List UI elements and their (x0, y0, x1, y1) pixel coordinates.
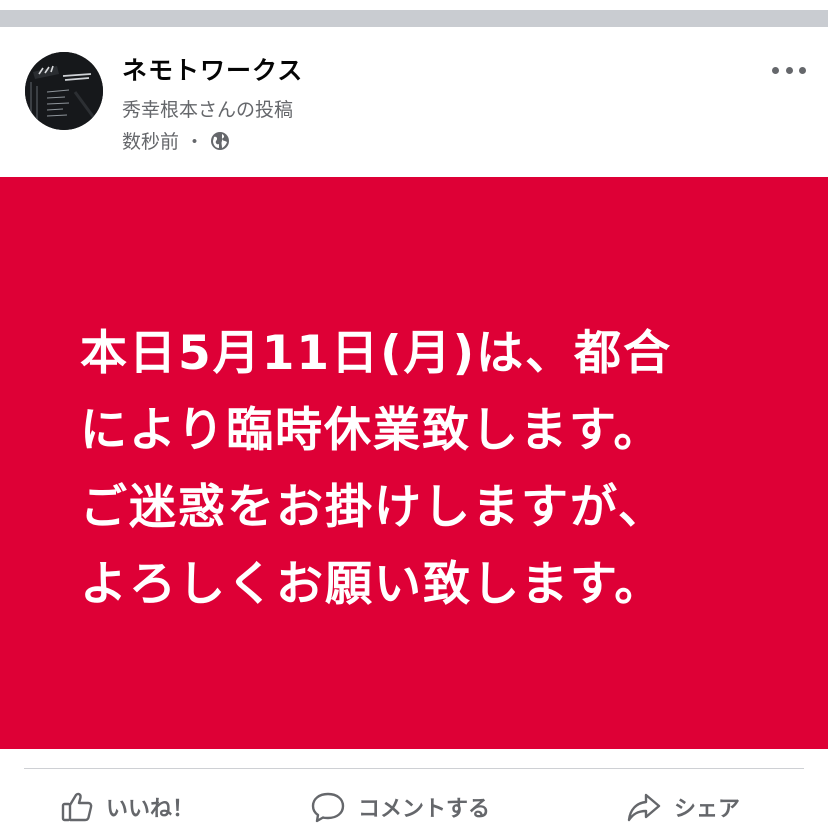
more-dot (799, 66, 806, 74)
post-time[interactable]: 数秒前 (122, 127, 179, 154)
post-meta: 数秒前 ・ (122, 127, 230, 154)
banner-line: よろしくお願い致します。 (80, 557, 664, 612)
comment-bubble-icon (311, 792, 345, 823)
meta-separator: ・ (185, 131, 205, 153)
share-label: シェア (674, 797, 741, 822)
banner-line: により臨時休業致します。 (80, 403, 663, 458)
banner-line: ご迷惑をお掛けしますが、 (80, 480, 668, 535)
avatar-image (25, 52, 103, 130)
globe-icon[interactable] (210, 131, 230, 151)
more-dot (772, 66, 779, 74)
comment-label: コメントする (358, 797, 491, 822)
posted-by-text: 秀幸根本さんの投稿 (122, 99, 294, 121)
comment-button[interactable]: コメントする (310, 790, 490, 824)
more-dot (785, 66, 793, 74)
post-header: ネモトワークス 秀幸根本さんの投稿 数秒前 ・ (0, 27, 828, 177)
banner-text: 本日5月11日(月)は、都合 により臨時休業致します。 ご迷惑をお掛けしますが、… (80, 315, 780, 623)
like-button[interactable]: いいね！ (60, 790, 194, 824)
like-label: いいね！ (106, 797, 195, 822)
avatar[interactable] (25, 52, 103, 130)
share-button[interactable]: シェア (626, 790, 740, 824)
post-banner: 本日5月11日(月)は、都合 により臨時休業致します。 ご迷惑をお掛けしますが、… (0, 177, 828, 749)
share-arrow-icon (627, 793, 661, 822)
page-name[interactable]: ネモトワークス (122, 51, 303, 87)
more-options-icon[interactable] (772, 63, 806, 77)
banner-line: 本日5月11日(月)は、都合 (80, 326, 673, 381)
top-strip (0, 0, 828, 27)
thumbs-up-icon (61, 792, 93, 822)
action-bar: いいね！ コメントする シェア (0, 780, 828, 828)
feed-separator-bar (0, 10, 828, 27)
action-divider (24, 768, 804, 769)
